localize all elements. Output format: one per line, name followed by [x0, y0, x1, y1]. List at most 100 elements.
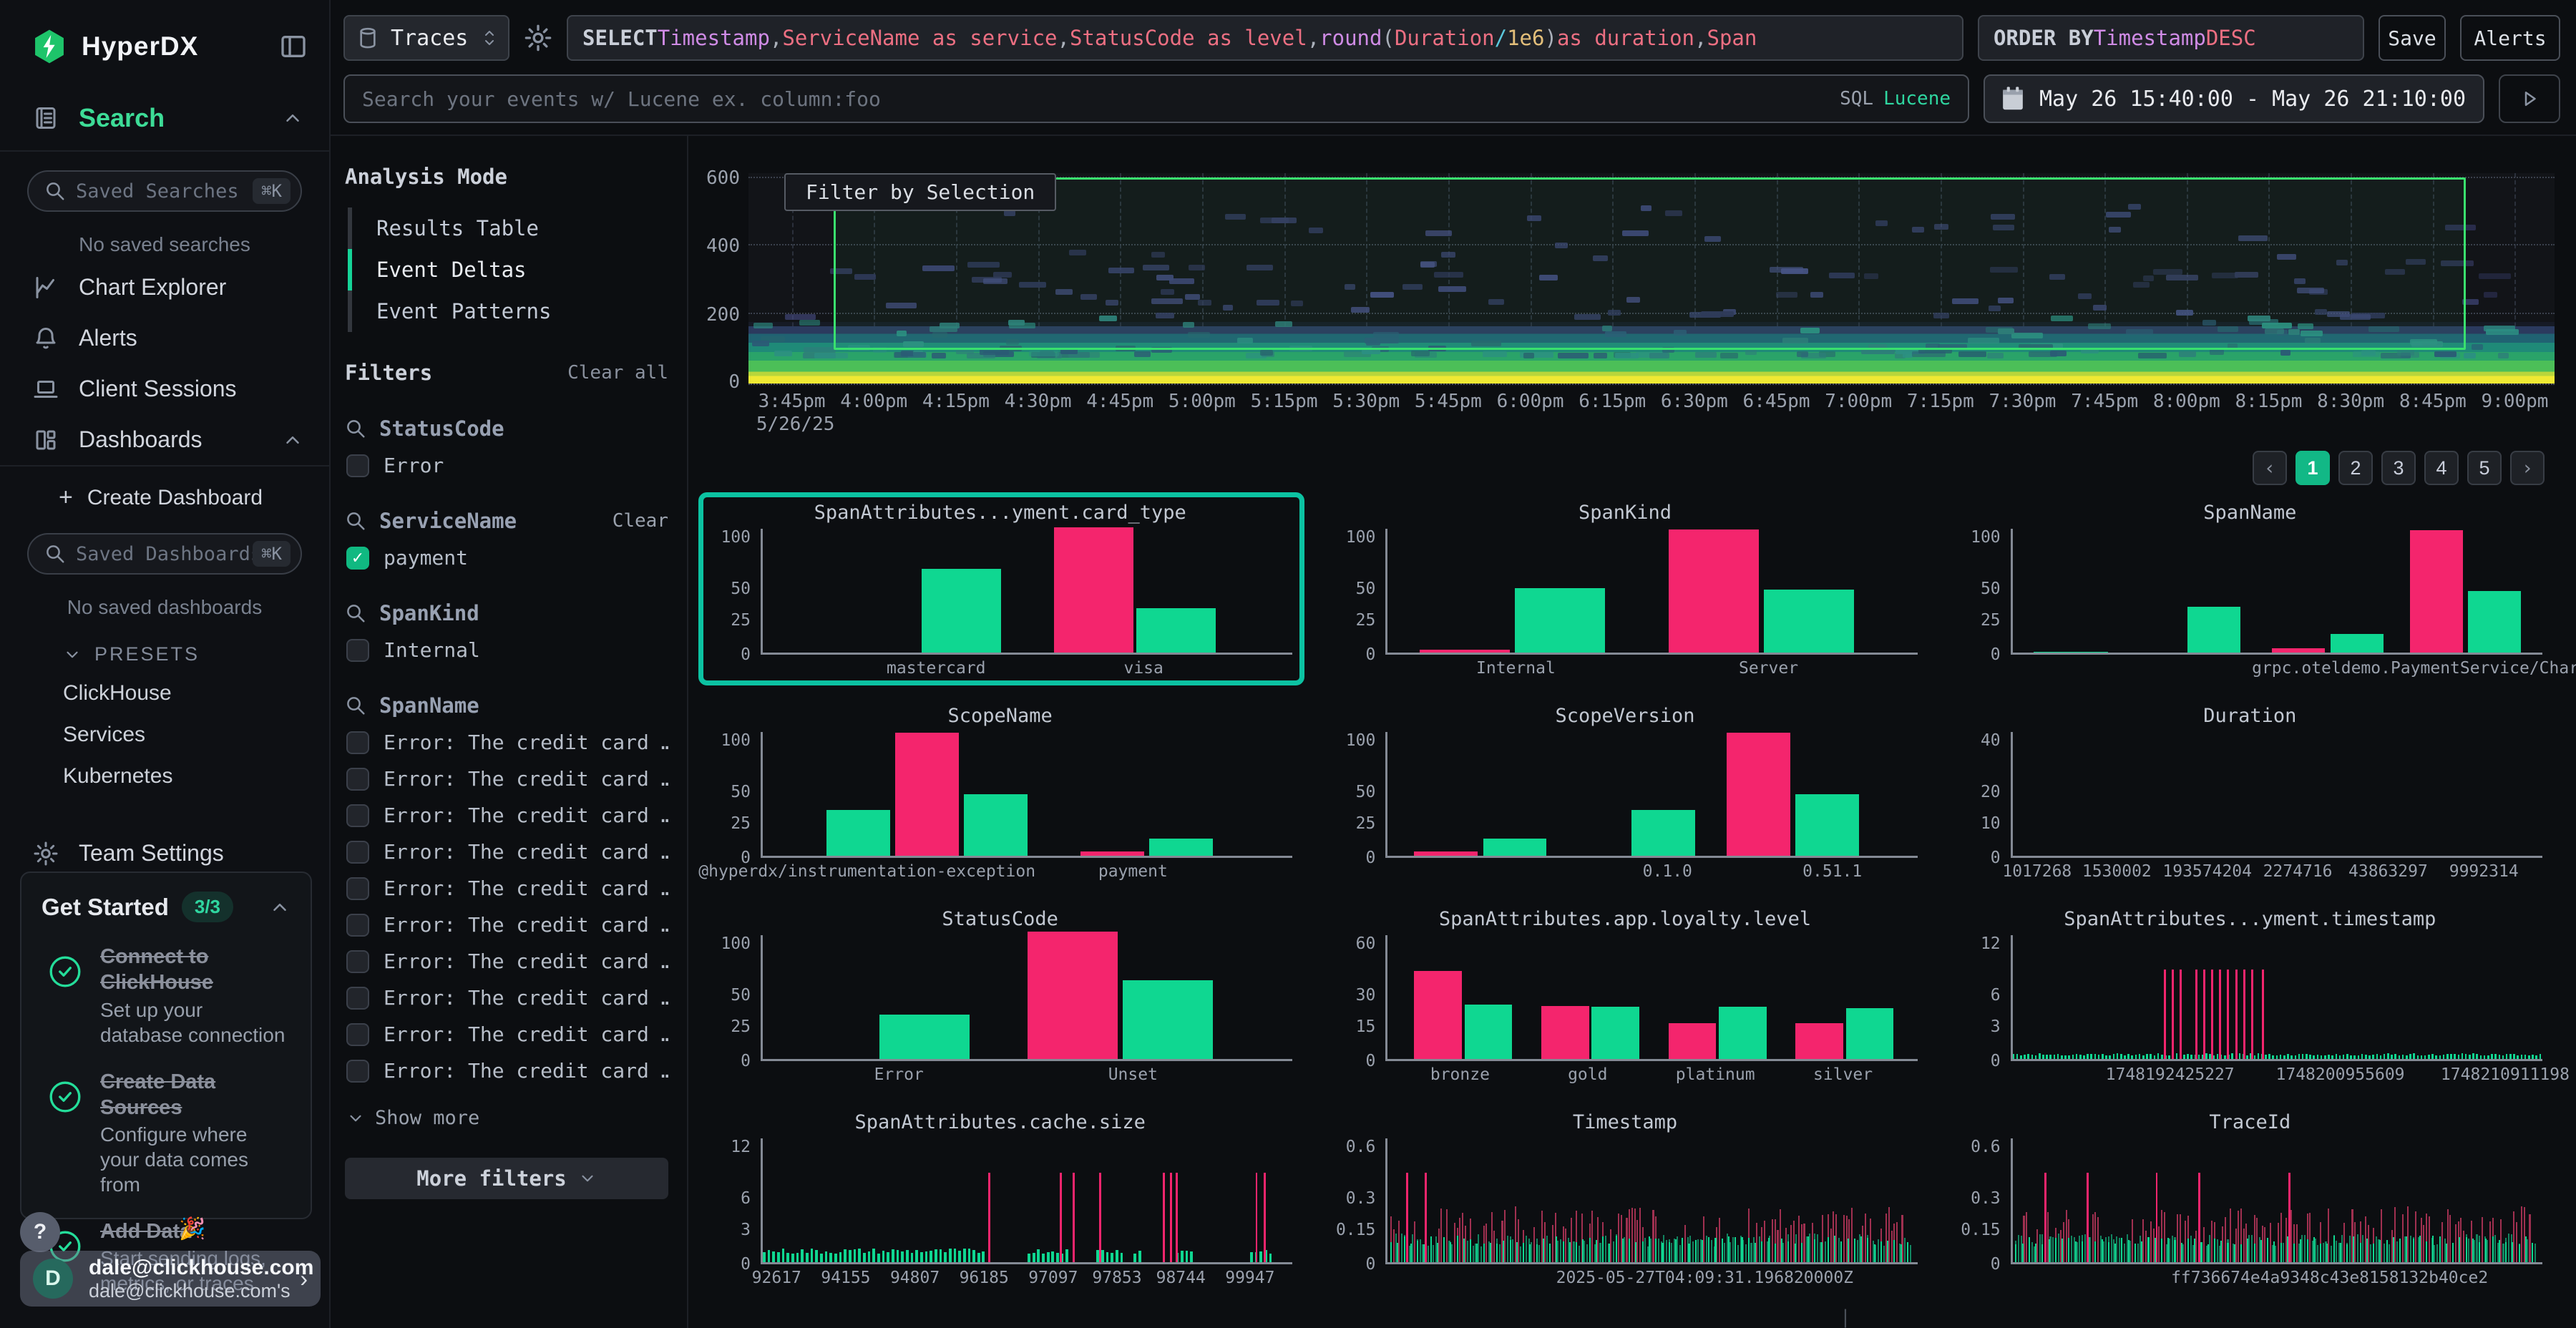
cmd-k-badge: ⌘K — [253, 541, 291, 567]
save-button[interactable]: Save — [2379, 15, 2446, 61]
checkbox[interactable] — [346, 950, 369, 973]
sidebar-item-alerts[interactable]: Alerts — [0, 313, 329, 363]
mini-chart-spanname[interactable]: SpanName02550100grpc.oteldemo.PaymentSer… — [1948, 492, 2555, 685]
chevron-up-icon[interactable] — [282, 429, 303, 451]
mini-chart-traceid[interactable]: TraceId00.150.30.6ff736674e4a9348c43e815… — [1948, 1102, 2555, 1295]
checkbox[interactable] — [346, 877, 369, 900]
create-dashboard-button[interactable]: + Create Dashboard — [0, 467, 329, 514]
filter-option[interactable]: Error — [346, 454, 668, 477]
sidebar-preset-services[interactable]: Services — [0, 714, 329, 756]
checkbox[interactable] — [346, 1023, 369, 1046]
more-filters-button[interactable]: More filters — [345, 1158, 668, 1199]
checkbox[interactable] — [346, 914, 369, 937]
page-button-1[interactable]: 1 — [2296, 451, 2330, 485]
order-by-editor[interactable]: ORDER BY Timestamp DESC — [1978, 15, 2364, 61]
mini-chart-duration[interactable]: Duration01020401017268153000219357420422… — [1948, 695, 2555, 889]
mini-chart-scopeversion[interactable]: ScopeVersion025501000.1.00.51.1 — [1323, 695, 1929, 889]
get-started-item[interactable]: Create Data SourcesConfigure where your … — [42, 1069, 291, 1198]
mini-chart-spankind[interactable]: SpanKind02550100InternalServer — [1323, 492, 1929, 685]
mini-chart-statuscode[interactable]: StatusCode02550100ErrorUnset — [698, 899, 1304, 1092]
get-started-items: Connect to ClickHouseSet up your databas… — [42, 944, 291, 1296]
help-button[interactable]: ? — [20, 1212, 60, 1252]
event-search-input[interactable] — [362, 87, 1840, 111]
checkbox[interactable] — [346, 841, 369, 864]
filter-option[interactable]: Internal — [346, 638, 668, 662]
saved-searches-field[interactable] — [76, 180, 253, 202]
checkbox[interactable] — [346, 804, 369, 827]
filter-option[interactable]: Error: The credit card … — [346, 1022, 668, 1046]
filter-option[interactable]: Error: The credit card … — [346, 731, 668, 754]
page-button-2[interactable]: 2 — [2338, 451, 2373, 485]
page-button-5[interactable]: 5 — [2467, 451, 2502, 485]
page-button-3[interactable]: 3 — [2381, 451, 2416, 485]
date-range-picker[interactable]: May 26 15:40:00 - May 26 21:10:00 — [1984, 74, 2484, 123]
sql-select-editor[interactable]: SELECT Timestamp, ServiceName as service… — [567, 15, 1963, 61]
sidebar-item-client-sessions[interactable]: Client Sessions — [0, 363, 329, 414]
filter-option[interactable]: ✓payment — [346, 546, 668, 570]
show-more-button[interactable]: Show more — [346, 1107, 668, 1129]
mini-chart-spanattributes-cache-size[interactable]: SpanAttributes.cache.size036129261794155… — [698, 1102, 1304, 1295]
filter-option-label: Error: The credit card … — [384, 949, 668, 973]
gear-icon[interactable] — [524, 24, 552, 52]
mini-chart-timestamp[interactable]: Timestamp00.150.30.62025-05-27T04:09:31.… — [1323, 1102, 1929, 1295]
checkbox[interactable] — [346, 639, 369, 662]
saved-dashboards-input[interactable]: ⌘K — [27, 533, 302, 575]
saved-searches-input[interactable]: ⌘K — [27, 170, 302, 212]
filter-option[interactable]: Error: The credit card … — [346, 804, 668, 827]
analysis-mode-results-table[interactable]: Results Table — [348, 208, 668, 249]
sidebar-item-dashboards[interactable]: Dashboards — [0, 414, 329, 465]
clear-all-button[interactable]: Clear all — [567, 362, 668, 384]
filter-option[interactable]: Error: The credit card … — [346, 767, 668, 791]
filter-option[interactable]: Error: The credit card … — [346, 949, 668, 973]
filter-option[interactable]: Error: The credit card … — [346, 877, 668, 900]
sql-mode-label[interactable]: SQL — [1840, 88, 1873, 109]
source-select[interactable]: Traces — [343, 15, 509, 61]
presets-toggle[interactable]: PRESETS — [0, 625, 329, 673]
sql-token: Timestamp — [2094, 26, 2206, 50]
run-query-button[interactable] — [2499, 74, 2560, 123]
filter-option[interactable]: Error: The credit card … — [346, 840, 668, 864]
sidebar-item-chart-explorer[interactable]: Chart Explorer — [0, 262, 329, 313]
filter-option[interactable]: Error: The credit card … — [346, 913, 668, 937]
sidebar-item-team-settings[interactable]: Team Settings — [0, 797, 329, 879]
user-menu[interactable]: D dale@clickhouse.com dale@clickhouse.co… — [20, 1251, 321, 1307]
mini-chart-spanattributes-app-loyalty-level[interactable]: SpanAttributes.app.loyalty.level0153060b… — [1323, 899, 1929, 1092]
duration-heatmap[interactable]: Filter by Selection 0200400600 3:45pm4:0… — [698, 173, 2555, 439]
mini-chart-spanattributes-yment-card-type[interactable]: SpanAttributes...yment.card_type02550100… — [698, 492, 1304, 685]
filter-clear-button[interactable]: Clear — [613, 510, 668, 532]
sidebar-item-search[interactable]: Search — [0, 83, 329, 150]
chevron-up-icon[interactable] — [269, 897, 291, 918]
page-prev-button[interactable]: ‹ — [2253, 451, 2287, 485]
heatmap-selection-region[interactable] — [834, 177, 2467, 350]
analysis-mode-event-deltas[interactable]: Event Deltas — [348, 249, 668, 290]
page-button-4[interactable]: 4 — [2424, 451, 2459, 485]
language-toggle[interactable]: SQL | Lucene — [1840, 88, 1951, 109]
page-next-button[interactable]: › — [2510, 451, 2545, 485]
dashboards-label: Dashboards — [79, 426, 282, 453]
get-started-item[interactable]: Connect to ClickHouseSet up your databas… — [42, 944, 291, 1048]
filter-option[interactable]: Error: The credit card … — [346, 1059, 668, 1083]
filter-by-selection-button[interactable]: Filter by Selection — [784, 173, 1056, 211]
event-search-box[interactable]: SQL | Lucene — [343, 74, 1969, 123]
heatmap-x-tick: 5:00pm — [1169, 391, 1236, 412]
checkbox[interactable] — [346, 731, 369, 754]
mini-chart-scopename[interactable]: ScopeName02550100@hyperdx/instrumentatio… — [698, 695, 1304, 889]
checkbox[interactable] — [346, 768, 369, 791]
mini-chart-title: SpanAttributes.app.loyalty.level — [1332, 908, 1917, 935]
lucene-mode-label[interactable]: Lucene — [1883, 88, 1951, 109]
analysis-mode-event-patterns[interactable]: Event Patterns — [348, 290, 668, 332]
chevron-up-icon[interactable] — [282, 107, 303, 129]
mini-chart-spanattributes-yment-timestamp[interactable]: SpanAttributes...yment.timestamp03612174… — [1948, 899, 2555, 1092]
sidebar-preset-kubernetes[interactable]: Kubernetes — [0, 756, 329, 797]
checkbox[interactable]: ✓ — [346, 547, 369, 570]
saved-dashboards-field[interactable] — [76, 543, 253, 565]
checkbox[interactable] — [346, 1060, 369, 1083]
filter-option[interactable]: Error: The credit card … — [346, 986, 668, 1010]
sidebar-collapse-icon[interactable] — [279, 32, 308, 61]
checkbox[interactable] — [346, 987, 369, 1010]
sidebar-preset-clickhouse[interactable]: ClickHouse — [0, 673, 329, 714]
alerts-button[interactable]: Alerts — [2460, 15, 2560, 61]
heatmap-cell — [2434, 351, 2456, 357]
heatmap-y-tick: 600 — [706, 167, 740, 189]
checkbox[interactable] — [346, 454, 369, 477]
